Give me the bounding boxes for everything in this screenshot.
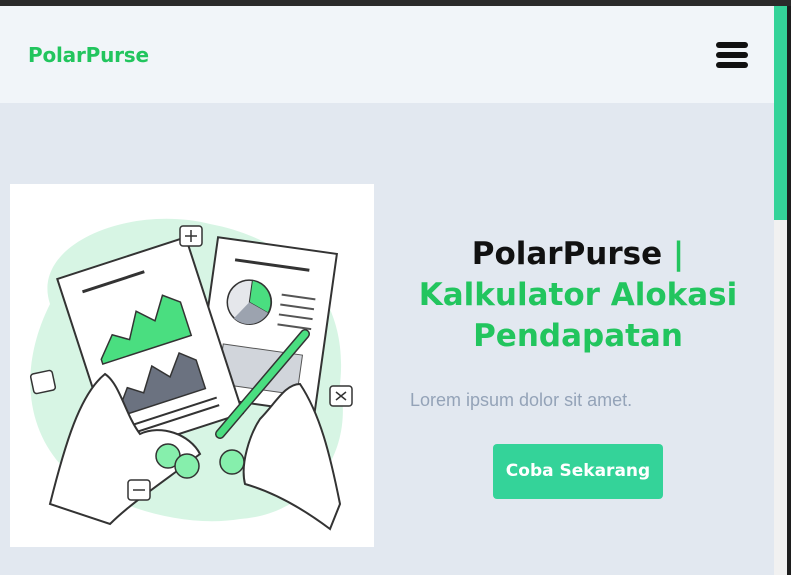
hero-title-main: PolarPurse: [471, 236, 663, 272]
hamburger-bar-bottom: [716, 61, 748, 68]
window-edge: [787, 6, 791, 575]
hero-title: PolarPurse | Kalkulator Alokasi Pendapat…: [400, 234, 756, 357]
hamburger-bar-top: [716, 41, 748, 48]
hero-title-accent: Kalkulator Alokasi Pendapatan: [418, 277, 738, 354]
hero-subtitle: Lorem ipsum dolor sit amet.: [410, 390, 633, 410]
navbar: PolarPurse: [0, 6, 774, 103]
illustration-svg: [29, 218, 353, 531]
hero-content: PolarPurse | Kalkulator Alokasi Pendapat…: [400, 234, 756, 499]
hamburger-bar-middle: [716, 51, 748, 58]
hamburger-menu-icon[interactable]: [716, 41, 748, 68]
brand-logo[interactable]: PolarPurse: [28, 43, 149, 67]
try-now-button[interactable]: Coba Sekarang: [492, 444, 664, 499]
scrollbar-thumb[interactable]: [774, 6, 787, 220]
finance-report-illustration: [10, 184, 374, 547]
page-scrollbar[interactable]: [774, 6, 787, 575]
page-viewport: PolarPurse PolarPurse | Kalkulator Aloka…: [0, 6, 774, 575]
hero-title-separator: |: [662, 236, 685, 272]
